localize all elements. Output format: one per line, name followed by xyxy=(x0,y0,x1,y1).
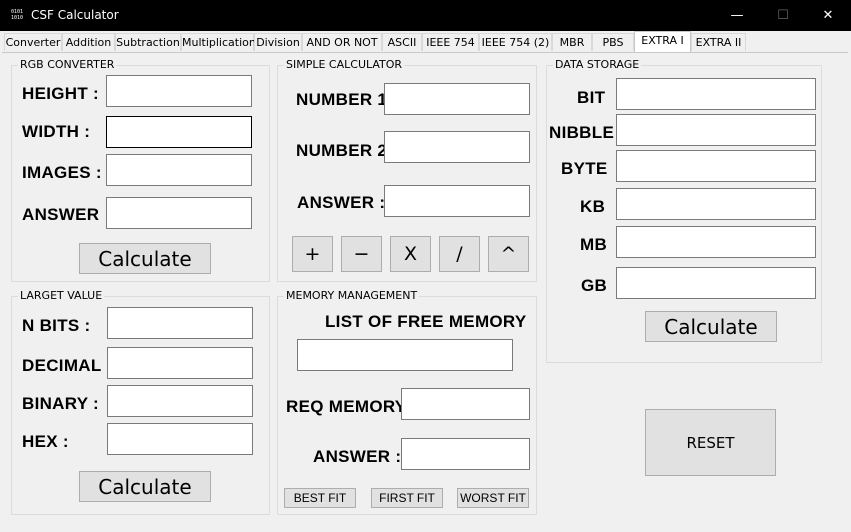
storage-calculate-button[interactable]: Calculate xyxy=(645,311,777,342)
group-title: MEMORY MANAGEMENT xyxy=(284,289,420,302)
tab-division[interactable]: Division xyxy=(254,33,302,51)
plus-button[interactable]: + xyxy=(292,236,333,272)
tab-converter[interactable]: Converter xyxy=(4,33,62,51)
height-label: HEIGHT : xyxy=(22,84,100,103)
images-input[interactable] xyxy=(106,154,252,186)
gb-label: GB xyxy=(581,276,608,295)
answer-label: ANSWER : xyxy=(313,447,402,466)
group-title: RGB CONVERTER xyxy=(18,58,117,71)
tab-ieee-754-2[interactable]: IEEE 754 (2) xyxy=(479,33,552,51)
maximize-button[interactable]: ☐ xyxy=(760,0,806,31)
height-input[interactable] xyxy=(106,75,252,107)
gb-input[interactable] xyxy=(616,267,816,299)
group-title: SIMPLE CALCULATOR xyxy=(284,58,405,71)
minimize-button[interactable]: — xyxy=(714,0,760,31)
target-calculate-button[interactable]: Calculate xyxy=(79,471,211,502)
hex-label: HEX : xyxy=(22,432,69,451)
bit-input[interactable] xyxy=(616,78,816,110)
decimal-label: DECIMAL : xyxy=(22,356,113,375)
app-icon: 0101 1010 xyxy=(11,9,24,21)
simple-answer-input[interactable] xyxy=(384,185,530,217)
group-title: LARGET VALUE xyxy=(18,289,105,302)
answer-label: ANSWER : xyxy=(297,193,386,212)
images-label: IMAGES : xyxy=(22,163,102,182)
hex-input[interactable] xyxy=(107,423,253,455)
nbits-input[interactable] xyxy=(107,307,253,339)
tab-pbs[interactable]: PBS xyxy=(592,33,634,51)
kb-label: KB xyxy=(580,197,606,216)
req-memory-label: REQ MEMORY : xyxy=(286,397,418,416)
binary-input[interactable] xyxy=(107,385,253,417)
number2-input[interactable] xyxy=(384,131,530,163)
binary-label: BINARY : xyxy=(22,394,100,413)
nibble-input[interactable] xyxy=(616,114,816,146)
rgb-answer-input[interactable] xyxy=(106,197,252,229)
tab-and-or-not[interactable]: AND OR NOT xyxy=(302,33,382,51)
tab-addition[interactable]: Addition xyxy=(62,33,115,51)
tab-mbr[interactable]: MBR xyxy=(552,33,592,51)
byte-label: BYTE xyxy=(561,159,608,178)
free-memory-label: LIST OF FREE MEMORY xyxy=(325,312,527,331)
mb-label: MB xyxy=(580,235,608,254)
minus-button[interactable]: − xyxy=(341,236,382,272)
power-button[interactable]: ^ xyxy=(488,236,529,272)
reset-button[interactable]: RESET xyxy=(645,409,776,476)
answer-label: ANSWER : xyxy=(22,205,111,224)
kb-input[interactable] xyxy=(616,188,816,220)
divide-button[interactable]: / xyxy=(439,236,480,272)
close-button[interactable]: ✕ xyxy=(805,0,851,31)
tab-subtraction[interactable]: Subtraction xyxy=(115,33,181,51)
number1-label: NUMBER 1 : xyxy=(296,90,399,109)
memory-answer-input[interactable] xyxy=(401,438,530,470)
worst-fit-button[interactable]: WORST FIT xyxy=(457,488,529,508)
width-input[interactable] xyxy=(106,116,252,148)
nbits-label: N BITS : xyxy=(22,316,91,335)
group-title: DATA STORAGE xyxy=(553,58,642,71)
req-memory-input[interactable] xyxy=(401,388,530,420)
free-memory-input[interactable] xyxy=(297,339,513,371)
best-fit-button[interactable]: BEST FIT xyxy=(284,488,356,508)
decimal-input[interactable] xyxy=(107,347,253,379)
title-bar: 0101 1010 CSF Calculator — ☐ ✕ xyxy=(0,0,851,31)
number1-input[interactable] xyxy=(384,83,530,115)
byte-input[interactable] xyxy=(616,150,816,182)
bit-label: BIT xyxy=(577,88,606,107)
width-label: WIDTH : xyxy=(22,122,91,141)
rgb-calculate-button[interactable]: Calculate xyxy=(79,243,211,274)
tab-ascii[interactable]: ASCII xyxy=(382,33,422,51)
multiply-button[interactable]: X xyxy=(390,236,431,272)
tab-ieee-754[interactable]: IEEE 754 xyxy=(422,33,479,51)
first-fit-button[interactable]: FIRST FIT xyxy=(371,488,443,508)
tab-extra-ii[interactable]: EXTRA II xyxy=(691,33,746,51)
window-title: CSF Calculator xyxy=(31,8,119,22)
number2-label: NUMBER 2 : xyxy=(296,141,399,160)
mb-input[interactable] xyxy=(616,226,816,258)
tab-multiplication[interactable]: Multiplication xyxy=(181,33,256,51)
nibble-label: NIBBLE xyxy=(549,123,615,142)
tab-extra-i[interactable]: EXTRA I xyxy=(634,31,691,52)
